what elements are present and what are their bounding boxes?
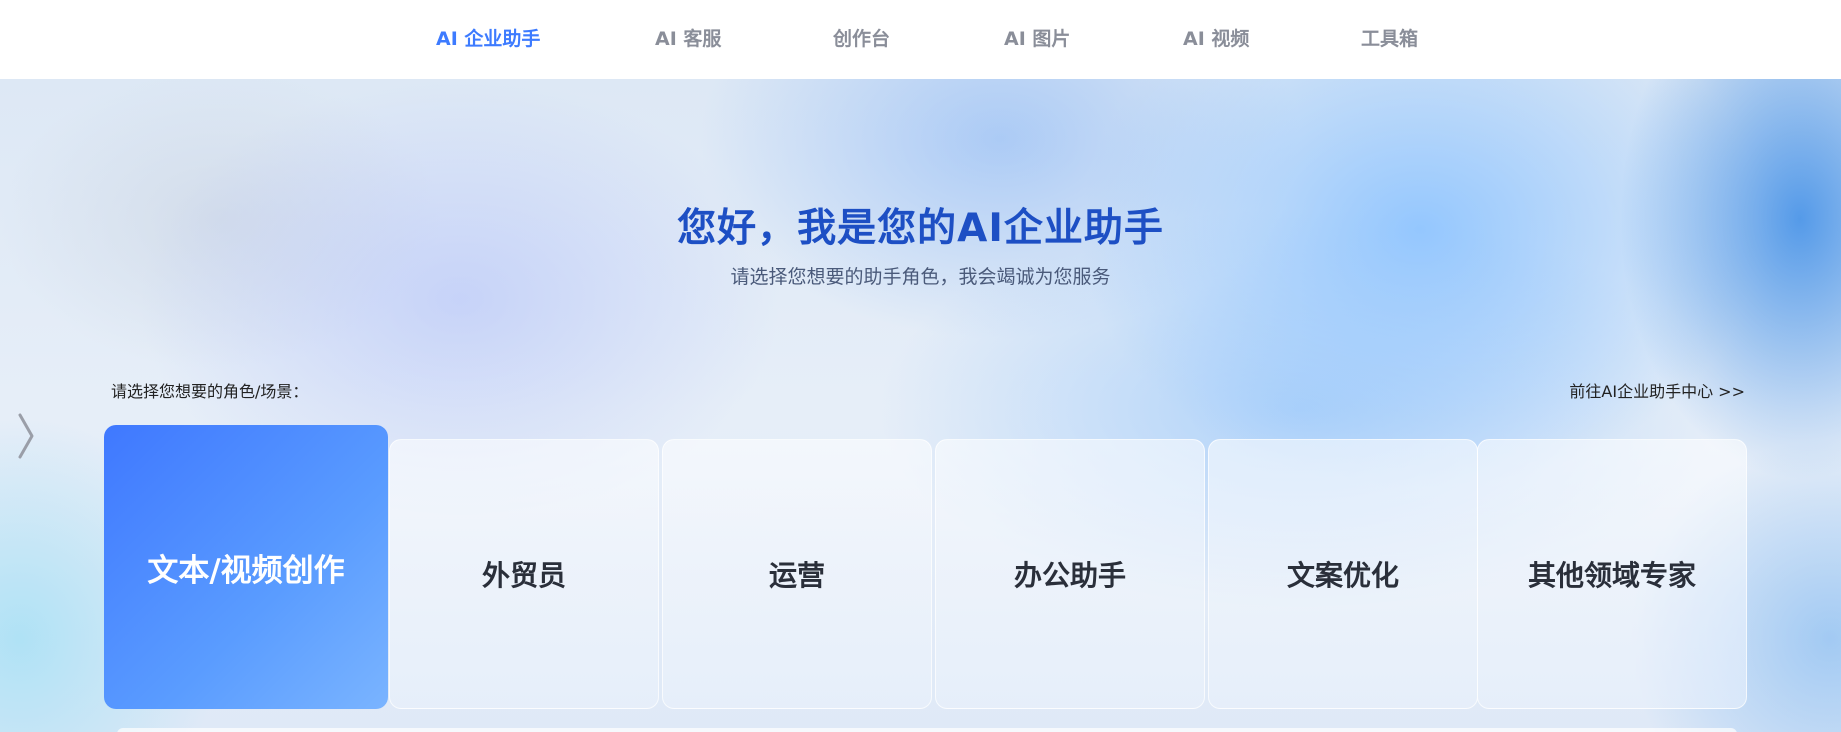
hero-subtitle: 请选择您想要的助手角色，我会竭诚为您服务 (730, 266, 1111, 288)
role-card-label: 文本/视频创作 (147, 552, 345, 589)
chevron-right-icon-svg (18, 413, 34, 459)
role-card-other-experts[interactable]: 其他领域专家 (1477, 439, 1747, 709)
hero-title: 您好，我是您的AI企业助手 (677, 206, 1164, 251)
role-card-label: 其他领域专家 (1527, 559, 1696, 592)
nav-tab-ai-image[interactable]: AI 图片 (1004, 24, 1070, 54)
role-card-label: 外贸员 (481, 559, 566, 592)
nav-tab-ai-customer-service[interactable]: AI 客服 (655, 24, 721, 54)
role-card-operations[interactable]: 运营 (662, 439, 932, 709)
role-card-foreign-trade[interactable]: 外贸员 (389, 439, 659, 709)
role-card-label: 文案优化 (1286, 559, 1399, 592)
hero-section: 您好，我是您的AI企业助手 请选择您想要的助手角色，我会竭诚为您服务 请选择您想… (0, 79, 1841, 732)
top-navigation: AI 企业助手 AI 客服 创作台 AI 图片 AI 视频 工具箱 (0, 0, 1841, 79)
nav-tab-toolbox[interactable]: 工具箱 (1361, 24, 1418, 54)
chevron-right-icon[interactable] (14, 411, 38, 461)
role-card-label: 办公助手 (1013, 559, 1126, 592)
nav-tab-creation-studio[interactable]: 创作台 (833, 24, 890, 54)
role-card-office-assistant[interactable]: 办公助手 (935, 439, 1205, 709)
role-card-text-video-creation[interactable]: 文本/视频创作 (104, 425, 388, 709)
assistant-center-link[interactable]: 前往AI企业助手中心 >> (1569, 378, 1745, 402)
role-card-label: 运营 (768, 559, 825, 592)
role-card-copywriting[interactable]: 文案优化 (1208, 439, 1478, 709)
nav-tab-ai-video[interactable]: AI 视频 (1183, 24, 1249, 54)
nav-tab-ai-enterprise-assistant[interactable]: AI 企业助手 (436, 24, 540, 54)
role-card-list: 文本/视频创作 外贸员 运营 办公助手 文案优化 其他领域专家 (104, 425, 1748, 711)
role-select-label: 请选择您想要的角色/场景： (111, 382, 309, 401)
content-panel-edge (117, 728, 1737, 732)
